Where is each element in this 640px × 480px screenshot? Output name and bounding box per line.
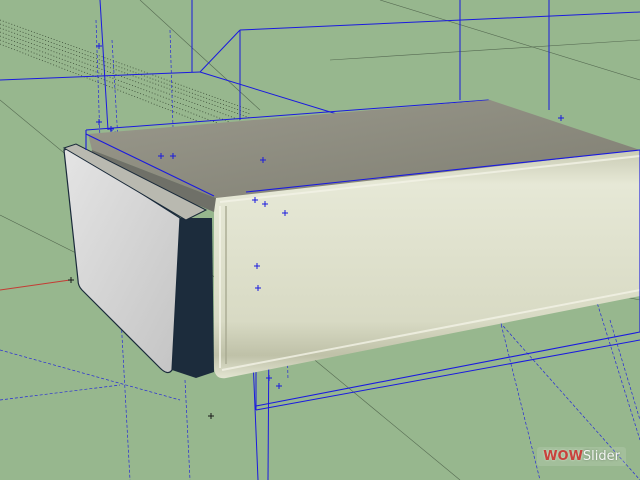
watermark-mark: WOW (543, 449, 583, 464)
wowslider-watermark: WOWSlider (537, 447, 626, 466)
watermark-rest: Slider (582, 449, 620, 464)
red-axis (0, 279, 71, 291)
3d-viewport[interactable]: WOWSlider (0, 0, 640, 480)
dotted-guides (0, 19, 251, 125)
model-scene (0, 0, 640, 480)
